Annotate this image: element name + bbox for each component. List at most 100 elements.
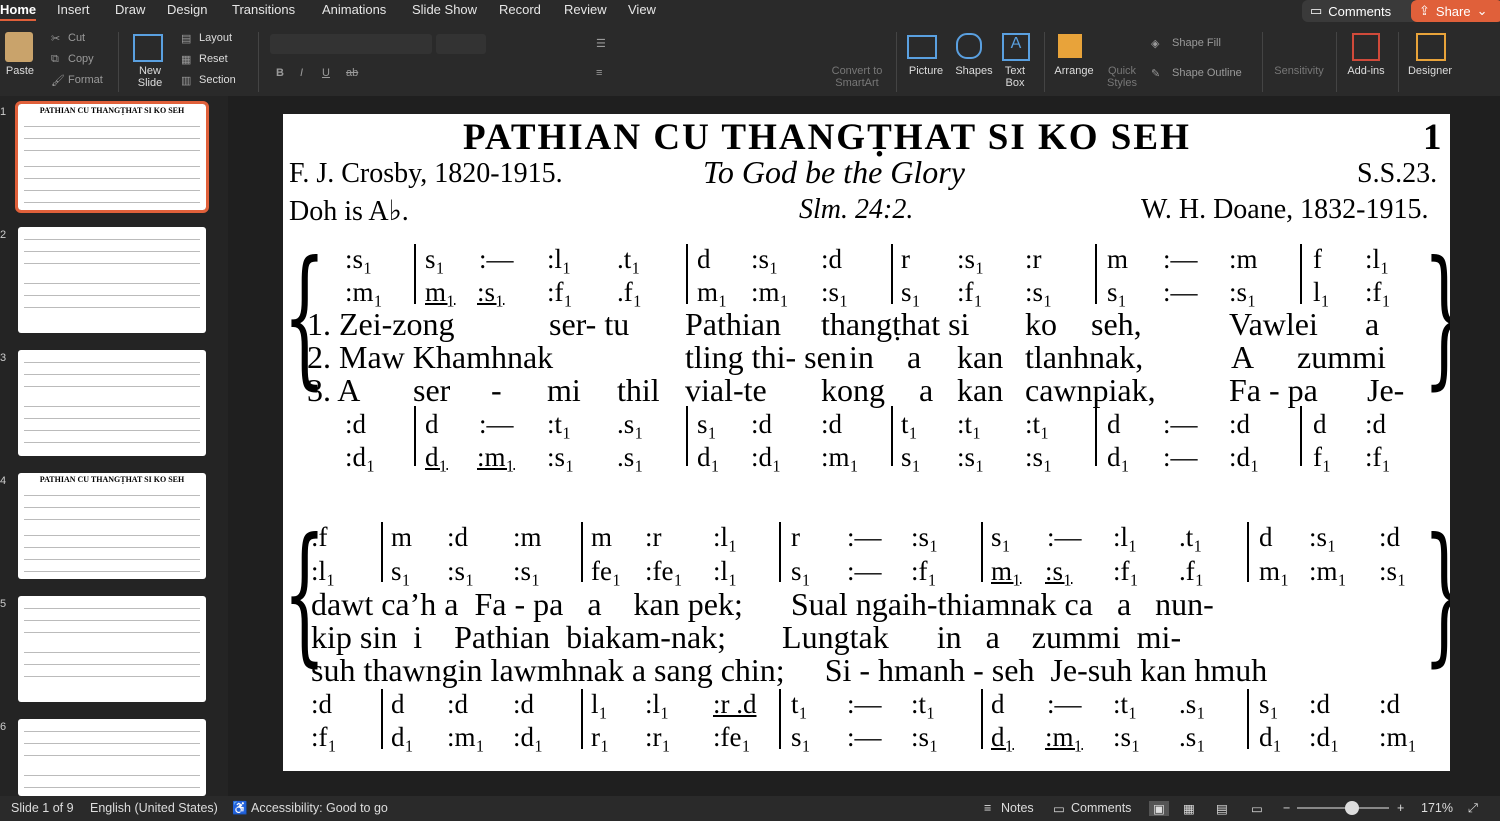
thumbnail-number: 1	[0, 106, 7, 118]
text-box-button[interactable]: Text Box	[994, 65, 1036, 89]
right-brace: }	[1423, 242, 1450, 392]
convert-smartart-button[interactable]: Convert to SmartArt	[826, 65, 888, 89]
comment-icon: ▭	[1310, 3, 1323, 18]
bullets-icon[interactable]: ☰	[596, 37, 606, 50]
arrange-button[interactable]: Arrange	[1050, 65, 1098, 77]
align-left-icon[interactable]: ≡	[596, 67, 602, 79]
author[interactable]: F. J. Crosby, 1820-1915.	[289, 158, 563, 190]
slide-thumbnail-2[interactable]	[18, 227, 206, 333]
accessibility-icon: ♿	[232, 801, 248, 815]
shape-outline-button[interactable]: Shape Outline	[1172, 67, 1242, 79]
thumbnail-title: PATHIAN CU THANGṬHAT SI KO SEH	[39, 106, 185, 115]
section-button[interactable]: Section	[199, 74, 236, 86]
right-brace: }	[1423, 519, 1450, 669]
slide-counter: Slide 1 of 9	[11, 801, 74, 815]
tab-view[interactable]: View	[628, 2, 656, 17]
slide-sorter-icon[interactable]: ▦	[1183, 801, 1195, 816]
comments-icon: ▭	[1053, 802, 1065, 816]
tab-insert[interactable]: Insert	[57, 2, 90, 17]
format-painter-icon: 🖌	[51, 75, 65, 87]
shapes-button[interactable]: Shapes	[952, 65, 996, 77]
notes-icon: ≡	[984, 801, 992, 815]
hymn-title[interactable]: PATHIAN CU THANGṬHAT SI KO SEH	[463, 116, 1191, 159]
paint-bucket-icon: ◈	[1151, 38, 1160, 50]
text-box-icon[interactable]: A	[1002, 33, 1030, 61]
fit-to-window-icon[interactable]: ⤢	[1468, 801, 1478, 816]
chevron-down-icon: ⌄	[1476, 3, 1488, 18]
tab-animations[interactable]: Animations	[322, 2, 386, 17]
slide-thumbnail-6[interactable]	[18, 719, 206, 796]
tab-record[interactable]: Record	[499, 2, 541, 17]
tab-draw[interactable]: Draw	[115, 2, 145, 17]
english-title[interactable]: To God be the Glory	[703, 154, 965, 191]
zoom-slider-handle[interactable]	[1345, 801, 1359, 815]
zoom-level[interactable]: 171%	[1421, 801, 1453, 815]
ribbon-divider	[258, 32, 259, 92]
addins-icon[interactable]	[1352, 33, 1380, 61]
comments-button[interactable]: ▭ Comments	[1302, 0, 1418, 22]
bold-icon[interactable]: B	[276, 67, 284, 79]
copy-button[interactable]: Copy	[68, 53, 94, 65]
slide-thumbnail-1[interactable]: PATHIAN CU THANGṬHAT SI KO SEH	[15, 101, 209, 213]
share-button[interactable]: ⇪ Share ⌄	[1411, 0, 1500, 22]
tab-design[interactable]: Design	[167, 2, 207, 17]
slide-thumbnail-3[interactable]	[18, 350, 206, 456]
slideshow-icon[interactable]: ▭	[1251, 801, 1263, 816]
designer-button[interactable]: Designer	[1404, 65, 1456, 77]
reading-view-icon[interactable]: ▤	[1216, 801, 1228, 816]
new-slide-button[interactable]: New Slide	[128, 65, 172, 89]
notes-button[interactable]: Notes	[1001, 801, 1034, 815]
composer[interactable]: W. H. Doane, 1832-1915.	[1141, 194, 1428, 226]
reset-icon: ▦	[181, 54, 192, 66]
comments-status-button[interactable]: Comments	[1071, 801, 1131, 815]
key-signature[interactable]: Doh is A♭.	[289, 194, 409, 228]
paste-button[interactable]: Paste	[4, 65, 36, 77]
slide-canvas[interactable]: PATHIAN CU THANGṬHAT SI KO SEH 1 F. J. C…	[283, 114, 1450, 771]
comments-label: Comments	[1328, 3, 1392, 19]
strikethrough-icon[interactable]: ab	[346, 67, 358, 79]
new-slide-icon[interactable]	[133, 34, 163, 62]
thumbnail-number: 4	[0, 475, 7, 487]
reset-button[interactable]: Reset	[199, 53, 228, 65]
layout-button[interactable]: Layout	[199, 32, 232, 44]
zoom-slider[interactable]	[1297, 807, 1389, 809]
hymn-number[interactable]: 1	[1423, 116, 1442, 159]
paste-icon[interactable]	[5, 32, 33, 62]
underline-icon[interactable]: U	[322, 67, 330, 79]
share-icon: ⇪	[1419, 3, 1430, 18]
status-bar: Slide 1 of 9 English (United States) ♿ A…	[0, 796, 1500, 821]
ribbon-divider	[896, 32, 897, 92]
designer-icon[interactable]	[1416, 33, 1446, 61]
tune-ref[interactable]: S.S.23.	[1357, 158, 1437, 190]
picture-button[interactable]: Picture	[904, 65, 948, 77]
zoom-in-icon[interactable]: +	[1397, 801, 1404, 815]
thumbnail-number: 2	[0, 229, 7, 241]
arrange-icon[interactable]	[1058, 34, 1082, 58]
scripture-ref[interactable]: Slm. 24:2.	[799, 194, 913, 226]
tab-review[interactable]: Review	[564, 2, 607, 17]
font-family-dropdown[interactable]	[270, 34, 432, 54]
normal-view-icon[interactable]: ▣	[1149, 801, 1169, 816]
accessibility-status[interactable]: Accessibility: Good to go	[251, 801, 388, 815]
cut-button[interactable]: Cut	[68, 32, 85, 44]
slide-thumbnail-4[interactable]: PATHIAN CU THANGṬHAT SI KO SEH	[18, 473, 206, 579]
quick-styles-button[interactable]: Quick Styles	[1100, 65, 1144, 89]
picture-icon[interactable]	[907, 35, 937, 59]
language-indicator[interactable]: English (United States)	[90, 801, 218, 815]
ribbon-divider	[1044, 32, 1045, 92]
sensitivity-button[interactable]: Sensitivity	[1268, 65, 1330, 77]
addins-button[interactable]: Add-ins	[1342, 65, 1390, 77]
zoom-out-icon[interactable]: −	[1283, 801, 1290, 815]
slide-thumbnail-5[interactable]	[18, 596, 206, 702]
tab-transitions[interactable]: Transitions	[232, 2, 295, 17]
font-size-dropdown[interactable]	[436, 34, 486, 54]
ribbon-divider	[1398, 32, 1399, 92]
shape-fill-button[interactable]: Shape Fill	[1172, 37, 1221, 49]
tab-home[interactable]: Home	[0, 2, 37, 21]
ribbon-divider	[1336, 32, 1337, 92]
tab-slide-show[interactable]: Slide Show	[412, 2, 477, 17]
italic-icon[interactable]: I	[300, 67, 303, 79]
format-button[interactable]: Format	[68, 74, 103, 86]
thumbnail-number: 5	[0, 598, 7, 610]
shapes-icon[interactable]	[956, 33, 982, 59]
